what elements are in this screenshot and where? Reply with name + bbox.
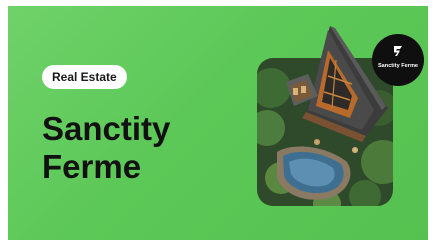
hero-card: Real Estate Sanctity Ferme Sanctity Ferm… <box>8 6 428 240</box>
category-tag: Real Estate <box>42 65 127 89</box>
page-title: Sanctity Ferme <box>42 110 170 186</box>
brand-badge: Sanctity Ferme <box>372 34 424 86</box>
house-photo <box>257 58 393 206</box>
title-line-2: Ferme <box>42 148 142 185</box>
s-logo-icon <box>394 46 402 56</box>
brand-name: Sanctity Ferme <box>377 63 419 69</box>
house-photo-image <box>257 58 393 206</box>
title-line-1: Sanctity <box>42 110 171 147</box>
